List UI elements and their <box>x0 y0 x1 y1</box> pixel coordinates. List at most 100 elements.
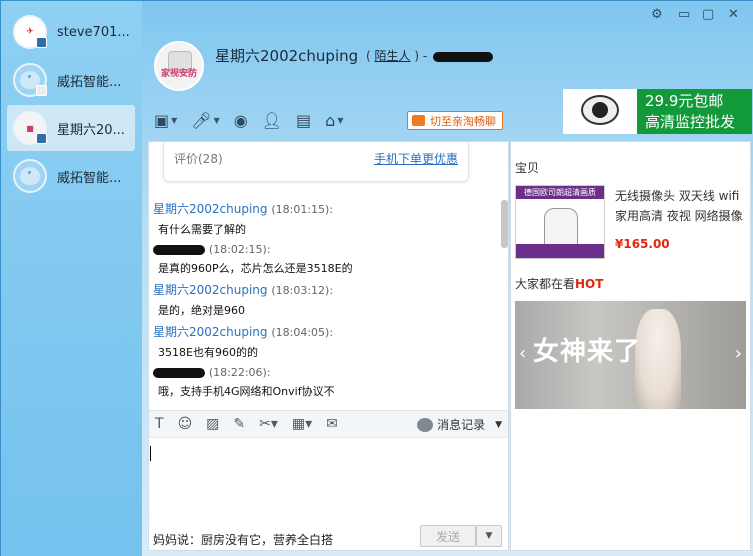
avatar <box>13 159 47 193</box>
product-image[interactable]: 德国欧司朗超清画质 <box>515 185 605 259</box>
contact-relation: ( 陌生人 ) - <box>366 47 494 64</box>
chevron-right-icon[interactable]: › <box>735 343 742 364</box>
sender-name[interactable]: 星期六2002chuping <box>153 202 268 216</box>
message-scrollbar[interactable] <box>501 200 508 405</box>
message-item: 星期六2002chuping (18:01:15): 有什么需要了解的 <box>153 200 503 237</box>
message-time: (18:22:06): <box>208 366 271 379</box>
relation-link[interactable]: 陌生人 <box>375 49 411 63</box>
ad-line-2: 高清监控批发 <box>645 112 736 131</box>
message-item: 星期六2002chuping (18:03:12): 是的，绝对是960 <box>153 281 503 318</box>
screenshot-icon[interactable]: ✂▾ <box>259 416 278 432</box>
message-item: 星期六2002chuping (18:04:05): 3518E也有960的的 <box>153 323 503 360</box>
text-cursor <box>150 446 151 461</box>
phone-status-icon <box>36 37 47 48</box>
phone-status-icon <box>36 133 47 144</box>
redacted-sender <box>153 244 205 255</box>
contact-title: 星期六2002chuping <box>215 47 359 65</box>
message-body: 是的，绝对是960 <box>158 304 245 317</box>
product-footer-band <box>516 244 604 258</box>
font-icon[interactable]: T <box>155 416 164 432</box>
chat-toolbar: ▣ ▼ 🎤︎ ▼ ◉ 👤︎ ▤ ⌂ ▼ <box>154 111 343 130</box>
redacted-id <box>433 51 494 62</box>
add-member-icon[interactable]: 👤︎ <box>262 111 282 130</box>
watermark: Bai 经验 <box>582 496 698 529</box>
camera-ad-image <box>563 89 637 134</box>
message-time: (18:04:05): <box>271 326 334 339</box>
promo-headline: 女神来了 <box>533 337 642 367</box>
image-icon[interactable]: ▨ <box>206 416 219 432</box>
hot-badge: HOT <box>575 277 604 291</box>
message-list: 星期六2002chuping (18:01:15): 有什么需要了解的 (18:… <box>153 200 503 398</box>
contact-name: 威拓智能... <box>57 170 122 186</box>
contact-name: steve701... <box>57 24 130 40</box>
shop-logo-icon: ✈ <box>26 27 34 37</box>
video-icon[interactable]: ◉ <box>234 111 248 130</box>
file-transfer-icon[interactable]: ▣ ▼ <box>154 111 177 130</box>
chat-panel: 评价(28) 手机下单更优惠 星期六2002chuping (18:01:15)… <box>148 141 509 551</box>
contact-item[interactable]: ■ 星期六20... <box>7 105 135 151</box>
message-body: 3518E也有960的的 <box>158 346 258 359</box>
contact-avatar[interactable]: 家视安防 <box>154 41 204 91</box>
redacted-sender <box>153 367 205 378</box>
contact-item[interactable]: 威拓智能... <box>7 153 135 199</box>
avatar: ■ <box>13 111 47 145</box>
message-time: (18:01:15): <box>271 203 334 216</box>
send-options-icon[interactable]: ▼ <box>476 525 502 547</box>
message-box-icon[interactable]: ✉ <box>326 416 338 432</box>
promo-carousel[interactable]: 女神来了 ‹ › <box>515 301 746 409</box>
voice-icon[interactable]: 🎤︎ ▼ <box>191 111 219 130</box>
sender-name[interactable]: 星期六2002chuping <box>153 325 268 339</box>
clock-status-icon <box>36 85 47 96</box>
switch-chat-button[interactable]: 切至亲淘畅聊 <box>407 111 503 130</box>
chevron-down-icon[interactable]: ▼ <box>495 420 502 430</box>
contact-item[interactable]: 威拓智能... <box>7 57 135 103</box>
camera-avatar-icon: ■ <box>26 123 34 133</box>
message-item: (18:22:06): 哦，支持手机4G网络和Onvif协议不 <box>153 365 503 398</box>
input-toolbar: T ☺ ▨ ✎ ✂▾ ▦▾ ✉ 消息记录 ▼ <box>149 410 508 438</box>
chat-window: ✈ steve701... 威拓智能... ■ 星期六20... 威拓智能... <box>0 0 753 556</box>
status-tip: 妈妈说：厨房没有它，营养全白搭 <box>153 533 334 547</box>
send-button[interactable]: 发送 <box>420 525 476 547</box>
ad-text: 29.9元包邮 高清监控批发 <box>637 91 735 133</box>
relation-open: ( <box>366 49 371 63</box>
camera-lens-icon <box>592 102 608 118</box>
scrollbar-thumb[interactable] <box>501 200 508 248</box>
message-body: 哦，支持手机4G网络和Onvif协议不 <box>158 385 335 398</box>
history-label: 消息记录 <box>437 418 486 432</box>
emoji-icon[interactable]: ☺ <box>178 416 193 432</box>
avatar-label: 家视安防 <box>160 69 197 79</box>
section-title: 大家都在看HOT <box>515 275 603 292</box>
message-history-button[interactable]: 消息记录 ▼ <box>417 416 502 433</box>
history-icon <box>417 417 434 432</box>
section-title-text: 大家都在看 <box>515 277 576 291</box>
table-icon[interactable]: ▦▾ <box>292 416 312 432</box>
remote-desktop-icon[interactable]: ▤ <box>296 111 311 130</box>
settings-icon[interactable]: ⚙ <box>651 7 663 22</box>
edit-icon[interactable]: ✎ <box>233 416 245 432</box>
contact-sidebar: ✈ steve701... 威拓智能... ■ 星期六20... 威拓智能... <box>1 1 142 556</box>
maximize-icon[interactable]: ▢ <box>702 7 714 22</box>
chevron-left-icon[interactable]: ‹ <box>519 343 526 364</box>
chat-main: ⚙ ▭ ▢ ✕ 家视安防 星期六2002chuping ( 陌生人 ) - ▣ ▼… <box>142 1 753 556</box>
contact-item[interactable]: ✈ steve701... <box>7 9 135 55</box>
camera-icon <box>544 208 578 248</box>
promo-figure <box>635 309 681 409</box>
chat-switch-icon <box>412 115 425 126</box>
ad-banner[interactable]: 29.9元包邮 高清监控批发 <box>563 89 752 134</box>
avatar: ✈ <box>13 15 47 49</box>
message-time: (18:03:12): <box>271 284 334 297</box>
app-icon[interactable]: ⌂ ▼ <box>325 111 343 130</box>
message-body: 是真的960P么，芯片怎么还是3518E的 <box>158 262 353 275</box>
message-input[interactable] <box>149 438 508 518</box>
review-count: 评价(28) <box>174 152 223 166</box>
product-banner: 德国欧司朗超清画质 <box>516 186 604 199</box>
sender-name[interactable]: 星期六2002chuping <box>153 283 268 297</box>
product-title[interactable]: 无线摄像头 双天线 wifi家用高清 夜视 网络摄像 <box>615 186 745 226</box>
minimize-icon[interactable]: ▭ <box>678 7 690 22</box>
default-avatar-icon <box>20 167 40 185</box>
contact-name: 星期六20... <box>57 122 125 138</box>
mobile-order-link[interactable]: 手机下单更优惠 <box>374 150 458 167</box>
ad-line-1: 29.9元包邮 <box>645 91 724 110</box>
close-icon[interactable]: ✕ <box>728 7 739 22</box>
switch-chat-label: 切至亲淘畅聊 <box>430 114 496 128</box>
